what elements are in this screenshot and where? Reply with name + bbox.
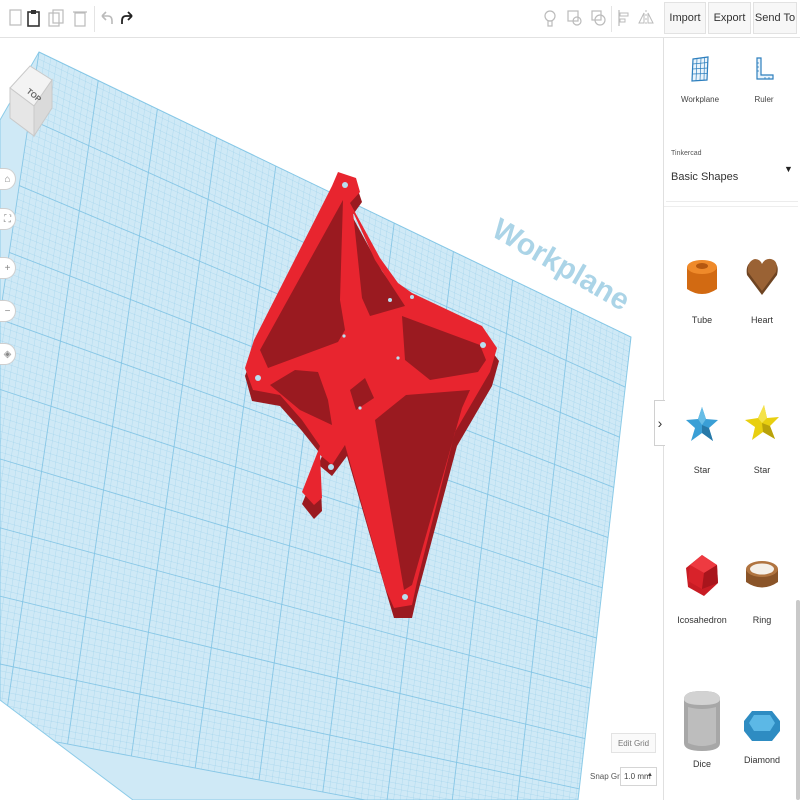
shape-label: Dice — [692, 759, 711, 769]
library-name: Basic Shapes — [671, 171, 739, 183]
undo-icon[interactable] — [94, 3, 118, 33]
shape-label: Star — [753, 465, 771, 475]
shape-item-tube[interactable]: Tube — [672, 251, 732, 325]
shape-library-select[interactable]: Tinkercad Basic Shapes ▼ — [666, 136, 798, 202]
redo-icon[interactable] — [116, 3, 140, 33]
delete-icon[interactable] — [68, 3, 92, 33]
shape-label: Diamond — [743, 755, 781, 765]
shape-label: Star — [693, 465, 711, 475]
mirror-icon[interactable] — [634, 3, 658, 33]
workplane-tool[interactable]: Workplane — [670, 56, 730, 104]
collapse-panel-tab[interactable]: › — [654, 400, 665, 446]
tinkercad-app: Import Export Send To Workplane TOP ⌂ ⛶ … — [0, 0, 800, 800]
shape-label: Heart — [750, 315, 773, 325]
workplane-scene[interactable]: Workplane — [0, 38, 663, 800]
align-icon[interactable] — [612, 3, 636, 33]
library-provider: Tinkercad — [671, 150, 702, 157]
star-blue-icon — [686, 407, 718, 441]
plus-icon: + — [4, 262, 11, 274]
ruler-icon — [756, 57, 774, 80]
ruler-tool-label: Ruler — [754, 95, 774, 104]
shape-item-ring[interactable]: Ring — [732, 551, 792, 625]
icosahedron-icon — [686, 555, 718, 596]
cube-perspective-icon: ◈ — [3, 348, 12, 360]
shape-label: Ring — [752, 615, 772, 625]
paste-icon[interactable] — [22, 3, 46, 33]
caret-up-icon: ▲ — [647, 772, 653, 778]
send-to-button[interactable]: Send To — [753, 2, 797, 34]
workplane-tool-label: Workplane — [680, 95, 720, 104]
duplicate-icon[interactable] — [44, 3, 68, 33]
heart-icon — [746, 258, 778, 295]
panel-scrollbar[interactable] — [796, 600, 800, 800]
tube-icon — [687, 260, 717, 294]
export-button[interactable]: Export — [708, 2, 751, 34]
home-icon: ⌂ — [4, 173, 11, 185]
group-icon[interactable] — [562, 3, 586, 33]
shape-label: Icosahedron — [677, 615, 727, 625]
edit-grid-button[interactable]: Edit Grid — [611, 733, 656, 753]
shape-item-dice[interactable]: Dice — [672, 687, 732, 769]
workplane-grid-icon — [691, 56, 709, 82]
dice-icon — [684, 691, 720, 751]
shape-palette: Tube Heart Star Star Icosahedron Ring Di… — [664, 206, 798, 800]
fit-view-icon: ⛶ — [4, 213, 11, 225]
minus-icon: − — [4, 305, 11, 317]
ruler-tool[interactable]: Ruler — [734, 56, 794, 104]
chevron-right-icon: › — [657, 415, 663, 431]
dropdown-caret-icon: ▼ — [784, 164, 793, 174]
shape-item-star[interactable]: Star — [732, 401, 792, 475]
view-cube[interactable]: TOP — [4, 60, 56, 142]
shape-item-icosahedron[interactable]: Icosahedron — [672, 551, 732, 625]
diamond-icon — [744, 711, 780, 741]
shape-item-star[interactable]: Star — [672, 401, 732, 475]
import-button[interactable]: Import — [664, 2, 706, 34]
lightbulb-icon[interactable] — [538, 3, 562, 33]
right-panel: Workplane Ruler Tinkercad Basic Shapes ▼ — [663, 38, 800, 800]
top-toolbar: Import Export Send To — [0, 0, 800, 38]
ungroup-icon[interactable] — [586, 3, 610, 33]
ring-icon — [746, 561, 778, 588]
3d-viewport[interactable]: Workplane TOP ⌂ ⛶ + − ◈ — [0, 38, 663, 800]
shape-item-diamond[interactable]: Diamond — [732, 701, 792, 765]
snap-grid-select[interactable]: 1.0 mm ▲ — [620, 767, 657, 786]
shape-label: Tube — [691, 315, 713, 325]
shape-item-heart[interactable]: Heart — [732, 251, 792, 325]
star-yellow-icon — [745, 405, 779, 440]
